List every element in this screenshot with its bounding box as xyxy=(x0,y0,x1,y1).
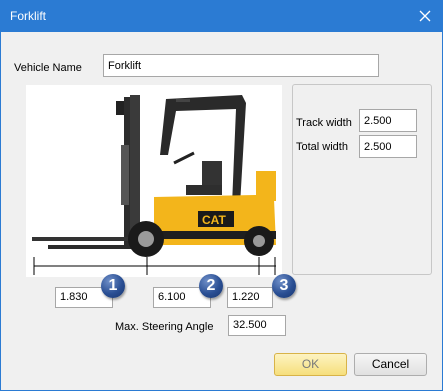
forklift-image: CAT xyxy=(26,85,282,277)
total-width-label: Total width xyxy=(296,141,348,153)
badge-3-icon: 3 xyxy=(272,274,296,298)
max-steering-angle-input[interactable]: 32.500 xyxy=(228,315,286,336)
close-icon[interactable] xyxy=(415,6,435,26)
badge-2-icon: 2 xyxy=(199,274,223,298)
total-width-input[interactable]: 2.500 xyxy=(359,135,417,158)
brand-logo: CAT xyxy=(202,213,226,227)
track-width-group: Track width 2.500 Total width 2.500 xyxy=(292,84,432,275)
window-title: Forklift xyxy=(10,9,46,23)
track-width-label: Track width xyxy=(296,117,352,129)
vehicle-name-input[interactable]: Forklift xyxy=(103,54,379,77)
dialog-window: Forklift Vehicle Name Forklift CAT Track… xyxy=(0,0,443,391)
max-steering-angle-label: Max. Steering Angle xyxy=(115,321,214,333)
track-width-input[interactable]: 2.500 xyxy=(359,109,417,132)
badge-1-icon: 1 xyxy=(101,274,125,298)
vehicle-name-label: Vehicle Name xyxy=(14,62,82,74)
ok-button[interactable]: OK xyxy=(274,353,347,376)
title-bar: Forklift xyxy=(1,1,442,32)
dimension-3-input[interactable]: 1.220 xyxy=(227,287,273,308)
cancel-button[interactable]: Cancel xyxy=(354,353,427,376)
